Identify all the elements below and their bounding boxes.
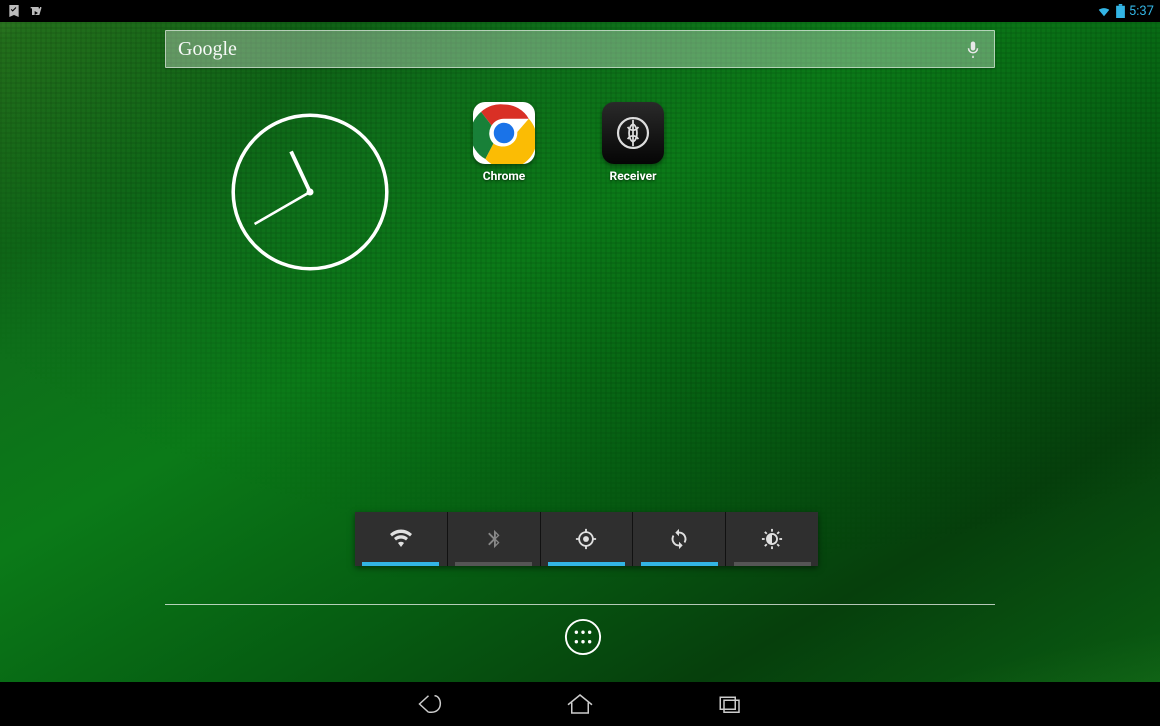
- app-chrome[interactable]: Chrome: [472, 102, 536, 183]
- bluetooth-icon: [483, 528, 505, 550]
- toggle-indicator: [548, 562, 625, 566]
- toggle-brightness[interactable]: [726, 512, 818, 566]
- toggle-indicator: [362, 562, 439, 566]
- google-search-widget[interactable]: Google: [165, 30, 995, 68]
- play-store-icon: [28, 3, 44, 19]
- sync-icon: [668, 528, 690, 550]
- microphone-icon[interactable]: [964, 36, 982, 62]
- battery-icon: [1116, 4, 1125, 18]
- status-indicators: 5:37: [1096, 4, 1154, 19]
- toggle-gps[interactable]: [541, 512, 634, 566]
- android-tablet-home: 5:37 Google: [0, 0, 1160, 726]
- app-label: Receiver: [610, 169, 657, 183]
- dock-divider: [165, 604, 995, 605]
- toggle-sync[interactable]: [633, 512, 726, 566]
- chrome-icon: [473, 102, 535, 164]
- back-button[interactable]: [415, 691, 445, 717]
- toggle-indicator: [734, 562, 811, 566]
- download-done-icon: [6, 3, 22, 19]
- app-shortcuts: Chrome Receiver: [472, 102, 665, 183]
- toggle-wifi[interactable]: [355, 512, 448, 566]
- app-label: Chrome: [483, 169, 525, 183]
- app-receiver[interactable]: Receiver: [601, 102, 665, 183]
- wifi-icon: [389, 527, 413, 551]
- power-control-widget: [355, 512, 818, 566]
- app-drawer-button[interactable]: [564, 618, 602, 656]
- status-notifications: [6, 3, 44, 19]
- brightness-icon: [761, 528, 783, 550]
- wifi-icon: [1096, 4, 1112, 18]
- status-bar[interactable]: 5:37: [0, 0, 1160, 22]
- citrix-receiver-icon: [602, 102, 664, 164]
- toggle-indicator: [641, 562, 718, 566]
- toggle-indicator: [455, 562, 532, 566]
- toggle-bluetooth[interactable]: [448, 512, 541, 566]
- navigation-bar: [0, 682, 1160, 726]
- analog-clock-widget[interactable]: [230, 112, 390, 272]
- recents-button[interactable]: [715, 691, 745, 717]
- gps-icon: [575, 528, 597, 550]
- status-clock: 5:37: [1129, 4, 1154, 19]
- search-placeholder: Google: [178, 38, 237, 61]
- home-screen[interactable]: Google: [0, 22, 1160, 682]
- home-button[interactable]: [565, 691, 595, 717]
